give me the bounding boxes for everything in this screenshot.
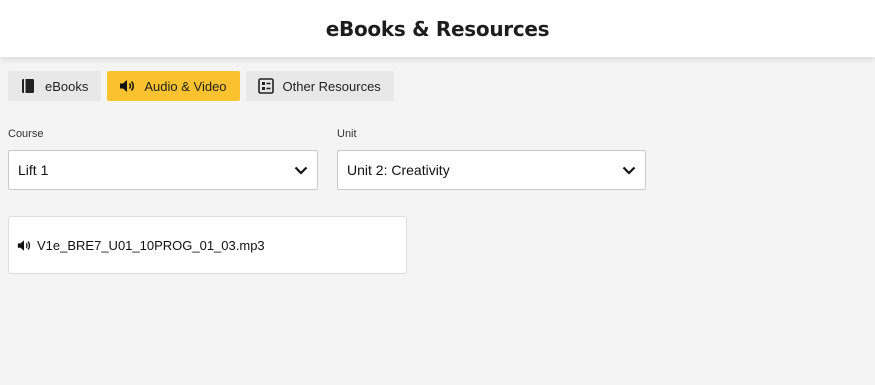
chevron-down-icon	[293, 162, 309, 178]
tab-ebooks[interactable]: eBooks	[8, 71, 102, 101]
page-title: eBooks & Resources	[325, 16, 550, 41]
resource-item[interactable]: V1e_BRE7_U01_10PROG_01_03.mp3	[8, 216, 407, 274]
course-select[interactable]: Lift 1	[8, 150, 318, 190]
book-icon	[20, 78, 36, 94]
tab-label: eBooks	[45, 78, 89, 94]
course-label: Course	[8, 128, 44, 140]
tab-label: Other Resources	[282, 78, 381, 94]
page-header: eBooks & Resources	[0, 0, 875, 57]
tab-label: Audio & Video	[144, 78, 227, 94]
tab-other-resources[interactable]: Other Resources	[245, 71, 394, 101]
unit-label: Unit	[337, 128, 357, 140]
speaker-icon	[119, 78, 135, 94]
chevron-down-icon	[621, 162, 637, 178]
unit-select-value: Unit 2: Creativity	[347, 162, 450, 178]
speaker-icon	[17, 238, 31, 252]
resource-filename: V1e_BRE7_U01_10PROG_01_03.mp3	[37, 237, 265, 253]
resource-tabs: eBooks Audio & Video Other Resources	[8, 71, 394, 101]
tab-audio-video[interactable]: Audio & Video	[107, 71, 240, 101]
course-select-value: Lift 1	[18, 162, 49, 178]
document-list-icon	[257, 78, 274, 94]
unit-select[interactable]: Unit 2: Creativity	[337, 150, 646, 190]
